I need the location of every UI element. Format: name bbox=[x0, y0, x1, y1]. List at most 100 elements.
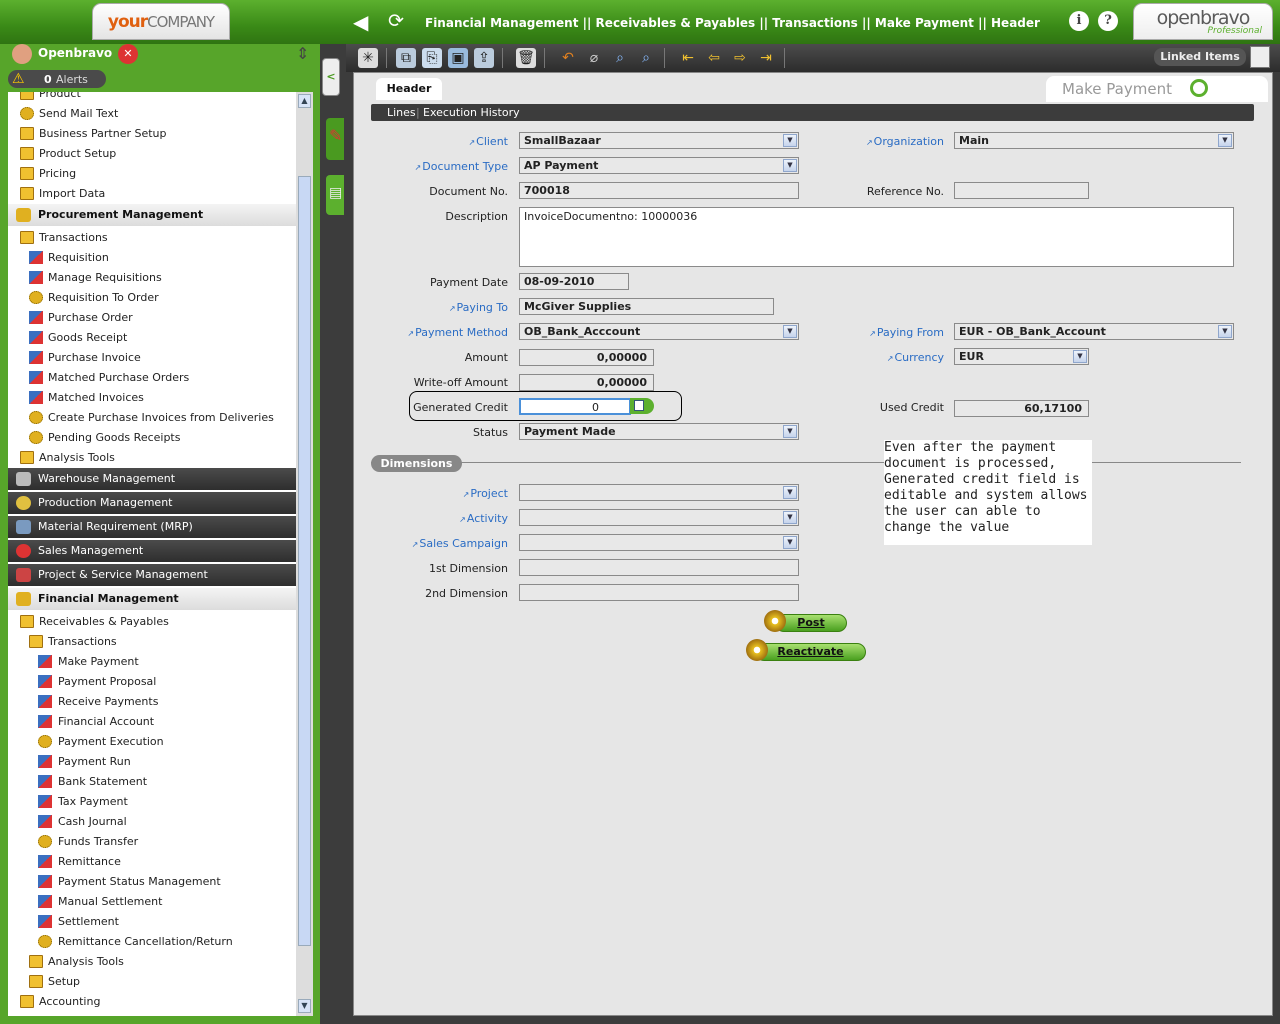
menu-item-receive-payments[interactable]: Receive Payments bbox=[8, 692, 296, 712]
payment-method-label[interactable]: Payment Method bbox=[407, 326, 508, 339]
section-mrp[interactable]: Material Requirement (MRP) bbox=[8, 516, 296, 538]
menu-item-payment-execution[interactable]: Payment Execution bbox=[8, 732, 296, 752]
menu-folder-receivables-payables[interactable]: Receivables & Payables bbox=[8, 612, 296, 632]
menu-item-payment-run[interactable]: Payment Run bbox=[8, 752, 296, 772]
next-record-icon[interactable]: ⇨ bbox=[730, 48, 750, 68]
subtab-execution-history[interactable]: Execution History bbox=[423, 106, 520, 119]
linked-items-icon[interactable] bbox=[1250, 46, 1270, 68]
menu-item-remittance[interactable]: Remittance bbox=[8, 852, 296, 872]
document-type-label[interactable]: Document Type bbox=[415, 160, 508, 173]
paying-to-field[interactable]: McGiver Supplies bbox=[519, 298, 774, 315]
delete-icon[interactable]: 🗑 bbox=[516, 48, 536, 68]
menu-scrollbar[interactable]: ▲ ▼ bbox=[296, 92, 313, 1016]
activity-select[interactable]: ▼ bbox=[519, 509, 799, 526]
section-project-service-management[interactable]: Project & Service Management bbox=[8, 564, 296, 586]
collapse-menu-icon[interactable]: ⇕ bbox=[296, 44, 309, 63]
section-production-management[interactable]: Production Management bbox=[8, 492, 296, 514]
collapse-left-panel-icon[interactable]: < bbox=[322, 58, 340, 96]
new-record-icon[interactable]: ✳ bbox=[358, 48, 378, 68]
refresh-icon[interactable]: ⟳ bbox=[388, 10, 410, 32]
menu-item-requisition-to-order[interactable]: Requisition To Order bbox=[8, 288, 296, 308]
menu-item-pending-goods-receipts[interactable]: Pending Goods Receipts bbox=[8, 428, 296, 448]
organization-select[interactable]: Main ▼ bbox=[954, 132, 1234, 149]
sales-campaign-select[interactable]: ▼ bbox=[519, 534, 799, 551]
menu-item-matched-purchase-orders[interactable]: Matched Purchase Orders bbox=[8, 368, 296, 388]
client-label[interactable]: Client bbox=[468, 135, 508, 148]
client-select[interactable]: SmallBazaar ▼ bbox=[519, 132, 799, 149]
document-type-select[interactable]: AP Payment ▼ bbox=[519, 157, 799, 174]
paying-from-select[interactable]: EUR - OB_Bank_Account ▼ bbox=[954, 323, 1234, 340]
menu-item-remittance-cancellation-return[interactable]: Remittance Cancellation/Return bbox=[8, 932, 296, 952]
organization-label[interactable]: Organization bbox=[866, 135, 944, 148]
save-icon[interactable]: ▣ bbox=[448, 48, 468, 68]
description-textarea[interactable]: InvoiceDocumentno: 10000036 bbox=[519, 207, 1234, 267]
menu-item-manage-requisitions[interactable]: Manage Requisitions bbox=[8, 268, 296, 288]
menu-folder-fin-transactions[interactable]: Transactions bbox=[8, 632, 296, 652]
project-label[interactable]: Project bbox=[463, 487, 508, 500]
attachment-icon[interactable]: ⌀ bbox=[584, 48, 604, 68]
save-next-icon[interactable]: ⇪ bbox=[474, 48, 494, 68]
menu-item-make-payment[interactable]: Make Payment bbox=[8, 652, 296, 672]
menu-item-product[interactable]: Product bbox=[8, 92, 296, 104]
menu-item-manual-settlement[interactable]: Manual Settlement bbox=[8, 892, 296, 912]
menu-item-payment-proposal[interactable]: Payment Proposal bbox=[8, 672, 296, 692]
project-select[interactable]: ▼ bbox=[519, 484, 799, 501]
menu-item-bank-statement[interactable]: Bank Statement bbox=[8, 772, 296, 792]
breadcrumb[interactable]: Financial Management || Receivables & Pa… bbox=[425, 16, 1040, 30]
user-name[interactable]: Openbravo bbox=[38, 46, 112, 60]
document-no-field[interactable]: 700018 bbox=[519, 182, 799, 199]
activity-label[interactable]: Activity bbox=[459, 512, 508, 525]
scroll-down-arrow-icon[interactable]: ▼ bbox=[298, 999, 311, 1013]
amount-field[interactable]: 0,00000 bbox=[519, 349, 654, 366]
copy-record-icon[interactable]: ⧉ bbox=[396, 48, 416, 68]
menu-item-purchase-invoice[interactable]: Purchase Invoice bbox=[8, 348, 296, 368]
paste-record-icon[interactable]: ⎘ bbox=[422, 48, 442, 68]
edit-view-tab[interactable]: ✎ bbox=[326, 118, 344, 160]
menu-item-product-setup[interactable]: Product Setup bbox=[8, 144, 296, 164]
section-procurement-management[interactable]: Procurement Management bbox=[8, 204, 296, 226]
grid-view-tab[interactable]: ▤ bbox=[326, 175, 344, 215]
alerts-box[interactable]: ⚠ 0 Alerts bbox=[8, 70, 106, 88]
calculator-button[interactable] bbox=[630, 398, 654, 414]
menu-item-import-data[interactable]: Import Data bbox=[8, 184, 296, 204]
dimensions-section-toggle[interactable]: Dimensions bbox=[371, 455, 462, 472]
writeoff-field[interactable]: 0,00000 bbox=[519, 374, 654, 391]
menu-item-send-mail-text[interactable]: Send Mail Text bbox=[8, 104, 296, 124]
scroll-up-arrow-icon[interactable]: ▲ bbox=[298, 94, 311, 108]
menu-item-requisition[interactable]: Requisition bbox=[8, 248, 296, 268]
currency-label[interactable]: Currency bbox=[887, 351, 944, 364]
section-sales-management[interactable]: Sales Management bbox=[8, 540, 296, 562]
menu-folder-analysis-tools[interactable]: Analysis Tools bbox=[8, 448, 296, 468]
menu-item-funds-transfer[interactable]: Funds Transfer bbox=[8, 832, 296, 852]
currency-select[interactable]: EUR ▼ bbox=[954, 348, 1089, 365]
section-warehouse-management[interactable]: Warehouse Management bbox=[8, 468, 296, 490]
logout-icon[interactable]: ✕ bbox=[118, 44, 138, 64]
menu-item-tax-payment[interactable]: Tax Payment bbox=[8, 792, 296, 812]
sales-campaign-label[interactable]: Sales Campaign bbox=[412, 537, 508, 550]
menu-item-goods-receipt[interactable]: Goods Receipt bbox=[8, 328, 296, 348]
paying-to-label[interactable]: Paying To bbox=[449, 301, 508, 314]
menu-item-payment-status-management[interactable]: Payment Status Management bbox=[8, 872, 296, 892]
undo-icon[interactable]: ↶ bbox=[558, 48, 578, 68]
section-financial-management[interactable]: Financial Management bbox=[8, 588, 296, 610]
menu-item-financial-account[interactable]: Financial Account bbox=[8, 712, 296, 732]
menu-item-matched-invoices[interactable]: Matched Invoices bbox=[8, 388, 296, 408]
menu-item-create-purchase-invoices-from-deliveries[interactable]: Create Purchase Invoices from Deliveries bbox=[8, 408, 296, 428]
advanced-search-icon[interactable]: ⌕ bbox=[636, 48, 656, 68]
menu-folder-fin-analysis-tools[interactable]: Analysis Tools bbox=[8, 952, 296, 972]
menu-item-business-partner-setup[interactable]: Business Partner Setup bbox=[8, 124, 296, 144]
menu-folder-transactions[interactable]: Transactions bbox=[8, 228, 296, 248]
paying-from-label[interactable]: Paying From bbox=[869, 326, 944, 339]
menu-item-purchase-order[interactable]: Purchase Order bbox=[8, 308, 296, 328]
dim1-field[interactable] bbox=[519, 559, 799, 576]
menu-item-settlement[interactable]: Settlement bbox=[8, 912, 296, 932]
back-arrow-icon[interactable]: ◀ bbox=[353, 11, 375, 33]
linked-items-button[interactable]: Linked Items bbox=[1154, 48, 1246, 66]
help-icon[interactable]: ? bbox=[1098, 11, 1118, 31]
used-credit-field[interactable]: 60,17100 bbox=[954, 400, 1089, 417]
payment-date-field[interactable]: 08-09-2010 bbox=[519, 273, 629, 290]
reactivate-button[interactable]: Reactivate bbox=[755, 643, 866, 661]
status-select[interactable]: Payment Made ▼ bbox=[519, 423, 799, 440]
search-icon[interactable]: ⌕ bbox=[610, 48, 630, 68]
info-icon[interactable]: i bbox=[1069, 11, 1089, 31]
